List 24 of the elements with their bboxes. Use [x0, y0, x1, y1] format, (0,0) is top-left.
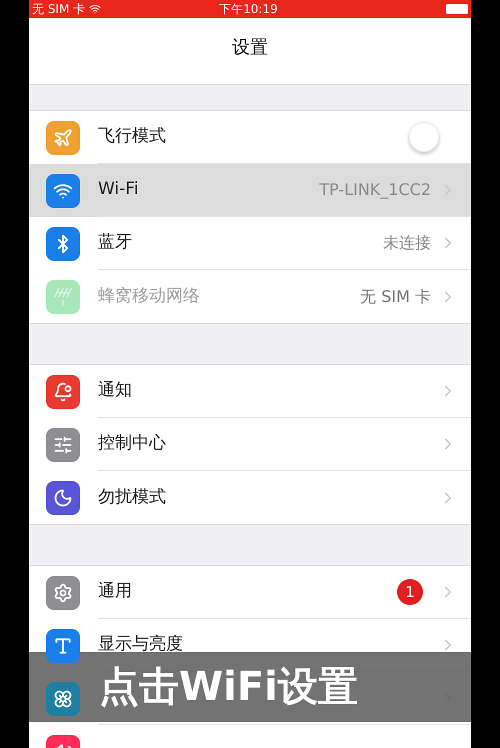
carrier-text: 无 SIM 卡	[32, 1, 86, 18]
battery-icon	[446, 4, 468, 14]
settings-row[interactable]: Wi-Fi TP-LINK_1CC2	[29, 164, 471, 217]
settings-row[interactable]: 勿扰模式	[29, 471, 471, 524]
settings-row[interactable]: 蓝牙 未连接	[29, 217, 471, 270]
settings-row[interactable]: 飞行模式	[29, 111, 471, 164]
status-time: 下午10:19	[219, 1, 278, 18]
page-title: 设置	[232, 36, 268, 60]
row-value: 无 SIM 卡	[360, 286, 431, 308]
row-label: 蓝牙	[98, 231, 133, 254]
row-label: 飞行模式	[98, 125, 167, 148]
settings-row[interactable]: 通知	[29, 365, 471, 418]
row-label: 显示与亮度	[98, 633, 184, 656]
row-value: TP-LINK_1CC2	[319, 179, 431, 201]
row-label: 控制中心	[98, 432, 167, 456]
settings-row[interactable]: 控制中心	[29, 418, 471, 471]
row-label: 勿扰模式	[98, 486, 167, 509]
row-label: 通知	[98, 379, 133, 402]
row-label: Wi-Fi	[98, 178, 140, 202]
row-value: 未连接	[383, 232, 431, 254]
row-label: 通用	[98, 580, 133, 604]
notification-count: 1	[397, 579, 423, 605]
row-label: 蜂窝移动网络	[98, 284, 201, 308]
settings-row[interactable]: 通用 1	[29, 566, 471, 619]
